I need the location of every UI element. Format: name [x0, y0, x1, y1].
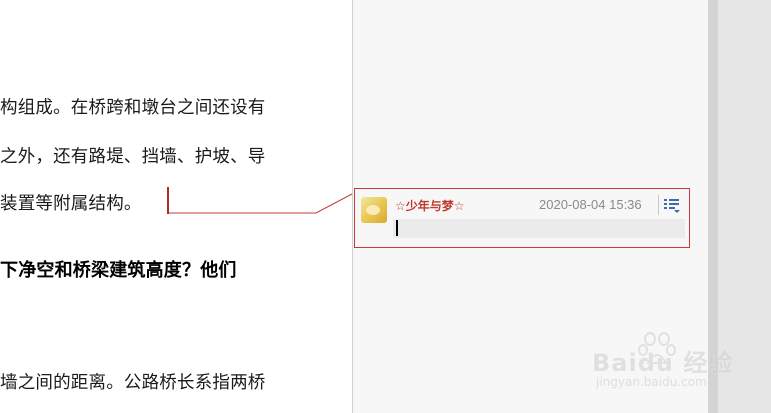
comment-author: ☆少年与梦☆: [395, 199, 465, 213]
comment-timestamp: 2020-08-04 15:36: [539, 197, 642, 212]
list-menu-icon: [664, 199, 680, 213]
text-caret: [396, 220, 398, 236]
comment-input[interactable]: [393, 219, 685, 238]
baidu-watermark: Baidu 经验 jingyan.baidu.com: [592, 329, 732, 401]
comment-balloon[interactable]: ☆少年与梦☆ 2020-08-04 15:36: [354, 188, 690, 248]
watermark-url: jingyan.baidu.com: [596, 375, 707, 389]
comment-menu-button[interactable]: [658, 195, 684, 215]
avatar: [361, 197, 387, 223]
watermark-brand: Baidu 经验: [592, 349, 734, 377]
